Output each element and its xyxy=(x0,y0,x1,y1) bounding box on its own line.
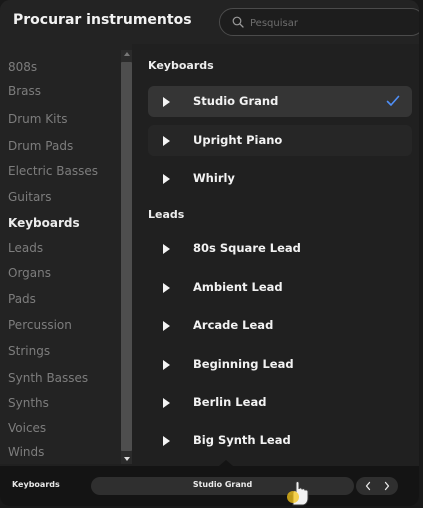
instrument-item-80s-square-lead[interactable]: 80s Square Lead xyxy=(148,233,412,264)
instrument-label: Big Synth Lead xyxy=(193,433,291,447)
previous-instrument-button[interactable] xyxy=(358,477,379,495)
search-box[interactable] xyxy=(219,8,419,36)
play-icon[interactable] xyxy=(163,97,170,107)
category-brass[interactable]: Brass xyxy=(8,80,41,102)
section-heading-keyboards: Keyboards xyxy=(148,59,214,72)
instrument-item-big-synth-lead[interactable]: Big Synth Lead xyxy=(148,425,412,456)
play-icon[interactable] xyxy=(163,136,170,146)
play-icon[interactable] xyxy=(163,321,170,331)
category-percussion[interactable]: Percussion xyxy=(8,314,72,336)
play-icon[interactable] xyxy=(163,436,170,446)
search-input[interactable] xyxy=(248,13,412,33)
chevron-right-icon xyxy=(384,481,390,491)
instrument-label: Studio Grand xyxy=(193,94,279,108)
sidebar-scroll-thumb[interactable] xyxy=(121,62,132,451)
category-organs[interactable]: Organs xyxy=(8,262,51,284)
section-heading-leads: Leads xyxy=(148,208,185,221)
instrument-item-arcade-lead[interactable]: Arcade Lead xyxy=(148,310,412,341)
instrument-browser-panel: Procurar instrumentos 808s Brass Drum Ki… xyxy=(0,0,419,506)
category-winds[interactable]: Winds xyxy=(8,441,44,463)
instrument-item-studio-grand[interactable]: Studio Grand xyxy=(148,86,412,117)
category-keyboards[interactable]: Keyboards xyxy=(8,212,80,234)
instrument-list: Keyboards Studio Grand Upright Piano Whi… xyxy=(140,44,419,464)
category-808s[interactable]: 808s xyxy=(8,56,37,78)
bar-pointer-notch xyxy=(219,460,233,466)
instrument-item-beginning-lead[interactable]: Beginning Lead xyxy=(148,349,412,380)
instrument-label: Beginning Lead xyxy=(193,357,294,371)
checkmark-icon xyxy=(386,95,400,106)
current-instrument-button[interactable]: Studio Grand xyxy=(91,477,354,495)
category-sidebar: 808s Brass Drum Kits Drum Pads Electric … xyxy=(0,44,132,464)
next-instrument-button[interactable] xyxy=(377,477,398,495)
category-voices[interactable]: Voices xyxy=(8,417,46,439)
category-drum-pads[interactable]: Drum Pads xyxy=(8,135,73,157)
category-synth-basses[interactable]: Synth Basses xyxy=(8,367,88,389)
search-icon xyxy=(232,16,244,28)
category-electric-basses[interactable]: Electric Basses xyxy=(8,160,98,182)
play-icon[interactable] xyxy=(163,398,170,408)
category-pads[interactable]: Pads xyxy=(8,288,36,310)
current-category-label: Keyboards xyxy=(12,480,60,489)
category-guitars[interactable]: Guitars xyxy=(8,186,51,208)
current-instrument-label: Studio Grand xyxy=(192,480,253,489)
play-icon[interactable] xyxy=(163,360,170,370)
instrument-label: 80s Square Lead xyxy=(193,241,301,255)
instrument-item-upright-piano[interactable]: Upright Piano xyxy=(148,125,412,156)
instrument-label: Ambient Lead xyxy=(193,280,283,294)
instrument-nav xyxy=(356,477,398,495)
instrument-item-ambient-lead[interactable]: Ambient Lead xyxy=(148,272,412,303)
sidebar-scrollbar[interactable] xyxy=(121,50,132,464)
browser-title: Procurar instrumentos xyxy=(13,12,192,28)
browser-header: Procurar instrumentos xyxy=(0,0,419,44)
scroll-down-icon[interactable] xyxy=(124,457,130,461)
instrument-label: Arcade Lead xyxy=(193,318,274,332)
category-leads[interactable]: Leads xyxy=(8,237,43,259)
hand-cursor-icon xyxy=(287,481,309,506)
category-strings[interactable]: Strings xyxy=(8,340,50,362)
chevron-left-icon xyxy=(365,481,371,491)
instrument-label: Berlin Lead xyxy=(193,395,267,409)
instrument-item-berlin-lead[interactable]: Berlin Lead xyxy=(148,387,412,418)
play-icon[interactable] xyxy=(163,244,170,254)
instrument-item-whirly[interactable]: Whirly xyxy=(148,163,412,194)
instrument-label: Upright Piano xyxy=(193,133,283,147)
play-icon[interactable] xyxy=(163,174,170,184)
category-drum-kits[interactable]: Drum Kits xyxy=(8,108,67,130)
play-icon[interactable] xyxy=(163,283,170,293)
category-synths[interactable]: Synths xyxy=(8,392,49,414)
current-instrument-bar: Keyboards Studio Grand xyxy=(0,466,419,506)
scroll-up-icon[interactable] xyxy=(124,52,130,56)
instrument-label: Whirly xyxy=(193,171,235,185)
